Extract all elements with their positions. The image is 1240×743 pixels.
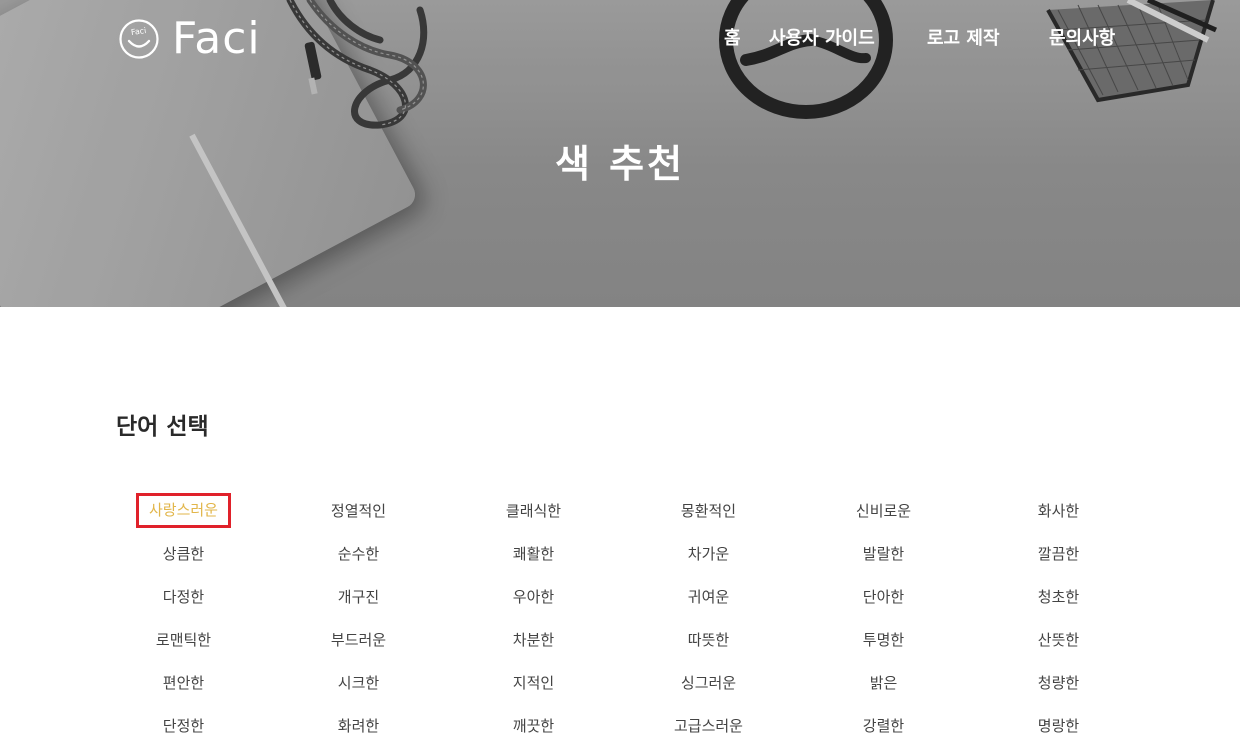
word-option[interactable]: 시크한	[271, 661, 446, 704]
word-label: 명랑한	[1037, 717, 1080, 735]
word-grid: 사랑스러운 정열적인 클래식한 몽환적인 신비로운 화사한 상큼한 순수한 쾌활…	[96, 489, 1148, 743]
word-option[interactable]: 고급스러운	[621, 704, 796, 743]
word-option[interactable]: 순수한	[271, 532, 446, 575]
word-label: 정열적인	[330, 502, 387, 520]
word-label: 클래식한	[505, 502, 562, 520]
logo-text: Faci	[172, 13, 261, 64]
word-label: 발랄한	[862, 545, 905, 563]
word-label: 청초한	[1037, 588, 1080, 606]
word-option[interactable]: 청초한	[971, 575, 1146, 618]
word-option[interactable]: 화사한	[971, 489, 1146, 532]
word-label: 순수한	[337, 545, 380, 563]
word-label: 개구진	[337, 588, 380, 606]
word-option[interactable]: 강렬한	[796, 704, 971, 743]
word-label: 쾌활한	[512, 545, 555, 563]
word-label: 깔끔한	[1037, 545, 1080, 563]
word-option[interactable]: 우아한	[446, 575, 621, 618]
word-label: 단정한	[162, 717, 205, 735]
word-option[interactable]: 단정한	[96, 704, 271, 743]
word-option[interactable]: 다정한	[96, 575, 271, 618]
word-option[interactable]: 귀여운	[621, 575, 796, 618]
word-option[interactable]: 깨끗한	[446, 704, 621, 743]
word-label: 사랑스러운	[135, 493, 231, 528]
word-label: 화사한	[1037, 502, 1080, 520]
word-option[interactable]: 신비로운	[796, 489, 971, 532]
word-label: 시크한	[337, 674, 380, 692]
word-label: 싱그러운	[680, 674, 737, 692]
word-option[interactable]: 개구진	[271, 575, 446, 618]
word-option[interactable]: 쾌활한	[446, 532, 621, 575]
page-title: 색 추천	[554, 142, 686, 186]
word-option[interactable]: 밝은	[796, 661, 971, 704]
word-option[interactable]: 화려한	[271, 704, 446, 743]
word-label: 청량한	[1037, 674, 1080, 692]
word-label: 우아한	[512, 588, 555, 606]
logo-mark-text: Faci	[130, 26, 146, 37]
hero-banner: Faci Faci 홈 사용자 가이드 로고 제작 문의사항 색 추천	[0, 0, 1240, 307]
word-label: 산뜻한	[1037, 631, 1080, 649]
word-label: 신비로운	[855, 502, 912, 520]
word-option[interactable]: 편안한	[96, 661, 271, 704]
word-label: 귀여운	[687, 588, 730, 606]
word-option[interactable]: 싱그러운	[621, 661, 796, 704]
word-label: 다정한	[162, 588, 205, 606]
word-label: 차가운	[687, 545, 730, 563]
word-label: 지적인	[512, 674, 555, 692]
word-option[interactable]: 몽환적인	[621, 489, 796, 532]
word-label: 로맨틱한	[155, 631, 212, 649]
word-option[interactable]: 차가운	[621, 532, 796, 575]
word-label: 투명한	[862, 631, 905, 649]
nav-home[interactable]: 홈	[724, 26, 741, 52]
section-title: 단어 선택	[116, 414, 209, 440]
word-option[interactable]: 투명한	[796, 618, 971, 661]
word-label: 편안한	[162, 674, 205, 692]
nav-inquiry[interactable]: 문의사항	[1049, 26, 1115, 52]
word-label: 몽환적인	[680, 502, 737, 520]
word-option[interactable]: 상큼한	[96, 532, 271, 575]
word-label: 강렬한	[862, 717, 905, 735]
word-option[interactable]: 명랑한	[971, 704, 1146, 743]
word-option[interactable]: 발랄한	[796, 532, 971, 575]
word-label: 고급스러운	[673, 717, 743, 735]
word-option[interactable]: 청량한	[971, 661, 1146, 704]
word-option[interactable]: 산뜻한	[971, 618, 1146, 661]
logo[interactable]: Faci Faci	[118, 16, 261, 62]
word-option-selected[interactable]: 사랑스러운	[96, 489, 271, 532]
word-option[interactable]: 부드러운	[271, 618, 446, 661]
word-label: 단아한	[862, 588, 905, 606]
nav-user-guide[interactable]: 사용자 가이드	[769, 26, 875, 52]
word-label: 밝은	[869, 674, 898, 692]
word-option[interactable]: 로맨틱한	[96, 618, 271, 661]
word-label: 깨끗한	[512, 717, 555, 735]
word-option[interactable]: 정열적인	[271, 489, 446, 532]
word-label: 차분한	[512, 631, 555, 649]
word-option[interactable]: 클래식한	[446, 489, 621, 532]
word-label: 부드러운	[330, 631, 387, 649]
nav-logo-maker[interactable]: 로고 제작	[927, 26, 1000, 52]
smiley-logo-icon: Faci	[119, 19, 159, 59]
word-option[interactable]: 지적인	[446, 661, 621, 704]
word-label: 상큼한	[162, 545, 205, 563]
word-option[interactable]: 차분한	[446, 618, 621, 661]
word-option[interactable]: 단아한	[796, 575, 971, 618]
word-option[interactable]: 깔끔한	[971, 532, 1146, 575]
word-option[interactable]: 따뜻한	[621, 618, 796, 661]
word-label: 화려한	[337, 717, 380, 735]
word-label: 따뜻한	[687, 631, 730, 649]
